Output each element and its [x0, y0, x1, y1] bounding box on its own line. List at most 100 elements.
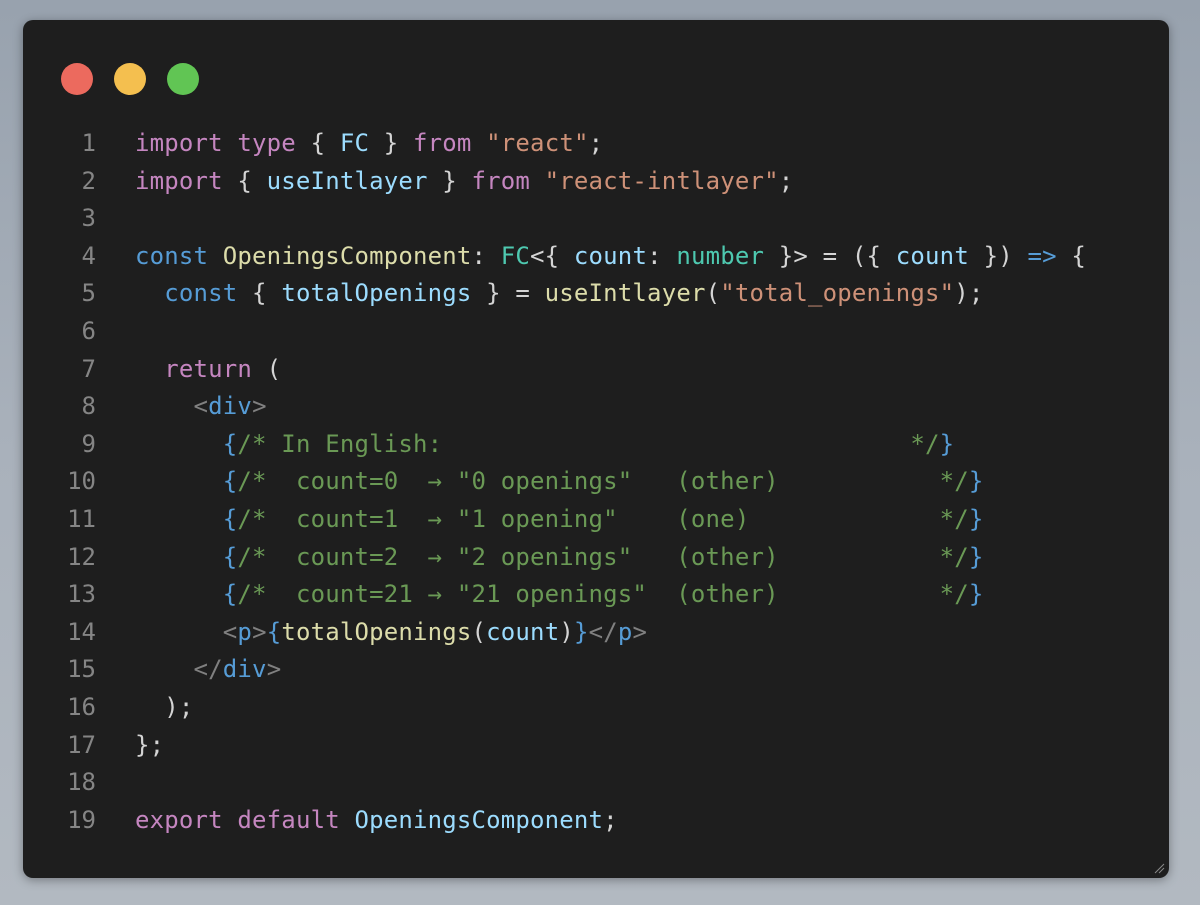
code-token: }) [968, 241, 1028, 270]
line-number: 6 [81, 316, 96, 345]
code-token: } = [471, 279, 545, 308]
code-token: totalOpenings [281, 279, 472, 308]
code-line: 19 export default OpeningsComponent; [23, 802, 1169, 840]
close-dot-icon[interactable] [61, 63, 93, 95]
code-text: }; [135, 727, 164, 765]
code-token: { [222, 429, 238, 458]
code-token: }> = ({ [764, 241, 896, 270]
code-token: ; [603, 805, 618, 834]
code-token: import [135, 166, 223, 195]
line-number: 10 [67, 467, 96, 496]
resize-grip-icon[interactable] [1153, 862, 1165, 874]
line-number: 7 [81, 354, 96, 383]
code-token: } [939, 429, 955, 458]
maximize-dot-icon[interactable] [167, 63, 199, 95]
code-token: </ [193, 655, 223, 684]
code-token: { [222, 504, 238, 533]
line-number: 16 [67, 692, 96, 721]
code-text: {/* In English: */} [135, 426, 954, 464]
code-token: type [237, 129, 296, 157]
code-token: < [222, 617, 238, 646]
line-number: 9 [81, 429, 96, 458]
code-text: return ( [135, 351, 281, 389]
code-editor[interactable]: 1 import type { FC } from "react"; 2 import… [23, 125, 1169, 839]
code-token: { [222, 580, 238, 609]
code-token: count [895, 241, 969, 270]
line-number: 11 [67, 504, 96, 533]
code-token: div [222, 655, 267, 684]
code-token: } [968, 580, 984, 609]
code-token: </ [588, 617, 618, 646]
code-token: FC [500, 241, 531, 270]
code-text: </div> [135, 651, 282, 689]
code-token: p [617, 617, 633, 646]
code-token: p [237, 617, 253, 646]
code-line: 8 <div> [23, 388, 1169, 426]
code-line: 14 <p>{totalOpenings(count)}</p> [23, 614, 1169, 652]
line-number: 13 [67, 580, 96, 609]
code-token: { [1056, 241, 1087, 270]
line-number: 2 [81, 166, 96, 195]
code-token: => [1027, 241, 1057, 270]
code-text: {/* count=0 → "0 openings" (other) */} [135, 463, 984, 501]
code-token: div [208, 392, 253, 421]
code-text: import type { FC } from "react"; [135, 125, 603, 163]
code-line: 17}; [23, 727, 1169, 765]
window-controls [61, 63, 199, 95]
code-token: { [295, 129, 340, 157]
line-number: 18 [67, 768, 96, 797]
code-line: 9 {/* In English: */} [23, 426, 1169, 464]
code-line: 1 import type { FC } from "react"; [23, 125, 1169, 163]
code-line: 3 [23, 200, 1169, 238]
code-token: } [573, 617, 589, 646]
code-token: { [266, 617, 282, 646]
line-number: 3 [81, 204, 96, 233]
code-line: 18 [23, 764, 1169, 802]
code-line: 15 </div> [23, 651, 1169, 689]
code-token: import [135, 129, 223, 157]
code-token: /* count=0 → "0 openings" (other) */ [237, 467, 969, 496]
line-number: 1 [81, 129, 96, 157]
code-line: 2 import { useIntlayer } from "react-intl… [23, 163, 1169, 201]
line-number: 12 [67, 542, 96, 571]
code-token: ); [135, 692, 194, 721]
code-token: ) [559, 617, 574, 646]
code-line: 6 [23, 313, 1169, 351]
code-token: ; [588, 129, 604, 157]
code-line: 13 {/* count=21 → "21 openings" (other) … [23, 576, 1169, 614]
code-token: > [632, 617, 648, 646]
code-text: {/* count=21 → "21 openings" (other) */} [135, 576, 984, 614]
code-token: count [486, 617, 560, 646]
code-token: { [222, 542, 238, 571]
code-line: 11 {/* count=1 → "1 opening" (one) */} [23, 501, 1169, 539]
line-number: 5 [81, 279, 96, 308]
line-number: 15 [67, 655, 96, 684]
code-token: } [968, 542, 984, 571]
code-token: > [252, 617, 267, 646]
code-token: const [135, 241, 209, 270]
code-text: <div> [135, 388, 267, 426]
code-token: "react" [486, 129, 589, 157]
minimize-dot-icon[interactable] [114, 63, 146, 95]
code-line: 4 const OpeningsComponent: FC<{ count: nu… [23, 238, 1169, 276]
code-text: {/* count=1 → "1 opening" (one) */} [135, 501, 984, 539]
code-token: } [427, 166, 472, 195]
code-token: } [968, 504, 984, 533]
code-text: {/* count=2 → "2 openings" (other) */} [135, 539, 984, 577]
code-token: from [413, 129, 472, 157]
code-token: useIntlayer [266, 166, 428, 195]
code-token: OpeningsComponent [222, 241, 472, 270]
